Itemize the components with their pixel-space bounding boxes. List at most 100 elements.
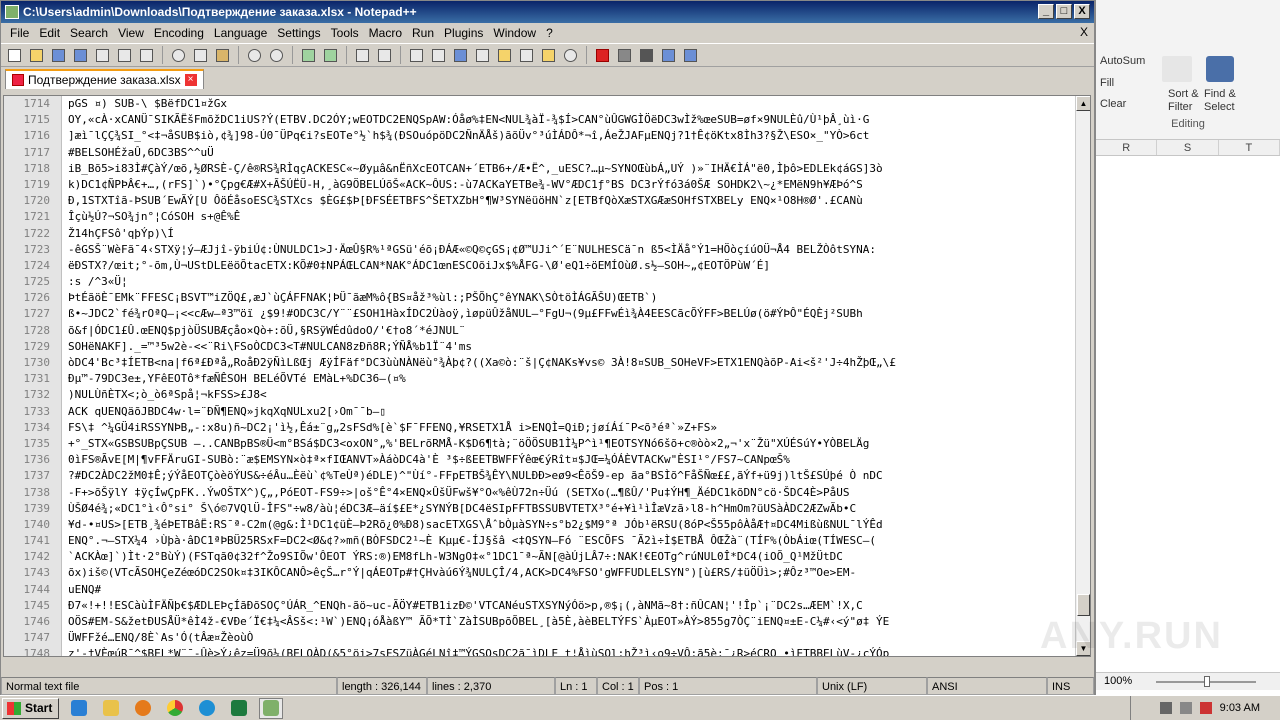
undo-icon[interactable] — [245, 46, 264, 65]
menu-help[interactable]: ? — [541, 26, 558, 40]
new-file-icon[interactable] — [5, 46, 24, 65]
security-icon[interactable] — [1199, 702, 1212, 714]
editor-line[interactable]: 1730 òDC4'Bc³‡ÍETB<na|f6ª£Ðªå„RoåÐ2ÿÑìLßŒ… — [4, 355, 1079, 371]
menu-window[interactable]: Window — [488, 26, 541, 40]
clock[interactable]: 9:03 AM — [1220, 702, 1260, 714]
editor-line[interactable]: 1725:s /^3«Ü¦ — [4, 274, 1079, 290]
editor-line[interactable]: 1748 z'-†VÈœúR¯^$BEL*W¨¯-Ûè>Ý¿êz=Ü9õ¼(BEL… — [4, 646, 1079, 656]
editor-line[interactable]: 1740 ¥d-•¤US>[ETB¸¾éÞETBâË:RS¯ª-C2m(@g&:Ì… — [4, 517, 1079, 533]
menu-edit[interactable]: Edit — [34, 26, 65, 40]
find-select-label-2[interactable]: Select — [1204, 101, 1235, 113]
column-header[interactable]: S — [1157, 140, 1219, 155]
indent-guide-icon[interactable] — [473, 46, 492, 65]
vertical-scrollbar[interactable]: ▲ ▼ — [1075, 96, 1090, 656]
media-player-icon[interactable] — [131, 698, 155, 719]
menu-language[interactable]: Language — [209, 26, 272, 40]
editor-line[interactable]: 1720 Ð,1STXTîã-ÞSUB´EwÃÝ[U ÔöÉåsoESC¾STXc… — [4, 193, 1079, 209]
folder-workspace-icon[interactable] — [539, 46, 558, 65]
editor-line[interactable]: 1721 Îçù½Ú?¬SO¾jn°¦CóSOH s+@Ê%Ê — [4, 209, 1079, 225]
scrollbar-thumb[interactable] — [1077, 594, 1090, 616]
network-icon[interactable] — [1179, 702, 1192, 714]
editor-line[interactable]: 1734 FS\‡ ^¼GÜ4iRSSYNÞB„-:x8u)ñ~DC2¡'ì½,Ê… — [4, 420, 1079, 436]
maximize-button[interactable]: □ — [1056, 4, 1072, 19]
menu-tools[interactable]: Tools — [326, 26, 364, 40]
clear-button[interactable]: Clear — [1100, 98, 1126, 110]
editor-line[interactable]: 1746 OÖS#EM-S&žetÐUSÅÜ*êÌ4ž-€VÐe´Ï€‡¼<ÂSš… — [4, 614, 1079, 630]
save-macro-icon[interactable] — [681, 46, 700, 65]
stop-macro-icon[interactable] — [615, 46, 634, 65]
column-header[interactable]: R — [1096, 140, 1158, 155]
redo-icon[interactable] — [267, 46, 286, 65]
close-window-button[interactable]: X — [1074, 4, 1090, 19]
editor-line[interactable]: 1737 ?#DC2ÀDC2žM0‡Ê;ýÝåEOTÇòèöÝUS&÷éÂu…Èë… — [4, 468, 1079, 484]
sync-scroll-icon[interactable] — [407, 46, 426, 65]
editor-line[interactable]: 1747 ÜWFFžé…ENQ/8È`As'Ó(tÂæ¤ŽèoùÒ — [4, 630, 1079, 646]
editor-line[interactable]: 1736 0ìFS®ÃvE[M|¶vFFÄruGI-SUBò:¨æ$EMSYN×ò… — [4, 452, 1079, 468]
play-multiple-macro-icon[interactable] — [659, 46, 678, 65]
editor-line[interactable]: 1741 ENQ°.¬—STX¼4 ›Ùþà·âDC1ªÞBÜ25RSxF=DC2… — [4, 533, 1079, 549]
paste-icon[interactable] — [213, 46, 232, 65]
minimize-button[interactable]: _ — [1038, 4, 1054, 19]
cut-icon[interactable] — [169, 46, 188, 65]
editor-line[interactable]: 1726 ÞtÉãöÈ¯EMk¨FFESC¡BSVT™iZÖQ£,æJ`ùÇÁFF… — [4, 290, 1079, 306]
editor-line[interactable]: 1739 ÙŠØ4é¾;«DC1°ì‹Ô°si° Š\ó©7VQlÜ-ÎFS"÷w… — [4, 501, 1079, 517]
editor-line[interactable]: 1732)NULÙñÈTX<;ò_ò6ªSpå¦¬kFSS>£J8< — [4, 387, 1079, 403]
zoom-slider-knob[interactable] — [1204, 676, 1210, 687]
autosum-button[interactable]: AutoSum — [1100, 55, 1145, 67]
edge-icon[interactable] — [195, 698, 219, 719]
chrome-icon[interactable] — [163, 698, 187, 719]
find-icon[interactable] — [299, 46, 318, 65]
column-header[interactable]: T — [1219, 140, 1280, 155]
editor-line[interactable]: 1718 iB_Bõ5>i83Ì#ÇàÝ/œõ,½ØRSÈ-Ç/ê®RS¾RÌqç… — [4, 161, 1079, 177]
sort-filter-label-2[interactable]: Filter — [1168, 101, 1192, 113]
copy-icon[interactable] — [191, 46, 210, 65]
close-document-button[interactable]: X — [1080, 25, 1088, 39]
editor-line[interactable]: 1738 -F+>õŠÿlY ‡ÿçÍwÇpFK..ÝwOŠTX^)Ç„,PóE… — [4, 485, 1079, 501]
editor-line[interactable]: 1733 ACK qUENQäõJBDC4w·l=¨ÐÑ¶ENQ»jkqXqNUL… — [4, 404, 1079, 420]
function-list-icon[interactable] — [517, 46, 536, 65]
notepad-taskbar-icon[interactable] — [259, 697, 284, 719]
title-bar[interactable]: C:\Users\admin\Downloads\Подтверждение з… — [1, 1, 1094, 23]
close-icon[interactable] — [93, 46, 112, 65]
sort-filter-label[interactable]: Sort & — [1168, 88, 1199, 100]
editor-line[interactable]: 1743 õx)iš©(VTcÃSOHÇeZéœóDC2SOk¤‡3IKÔCANÔ… — [4, 565, 1079, 581]
scroll-up-icon[interactable]: ▲ — [1076, 96, 1090, 111]
save-all-icon[interactable] — [71, 46, 90, 65]
monitoring-icon[interactable] — [561, 46, 580, 65]
record-macro-icon[interactable] — [593, 46, 612, 65]
editor-line[interactable]: 1727 ß•~JDC2`fé¾rOªQ—¡<<cÆw—ª3™öï ¿$9!#O… — [4, 306, 1079, 322]
word-wrap-icon[interactable] — [429, 46, 448, 65]
editor-line[interactable]: 1735 +°_STX«GSBSUBpÇSUB —..CANBpBS®Ü<m°BS… — [4, 436, 1079, 452]
zoom-in-icon[interactable] — [353, 46, 372, 65]
print-icon[interactable] — [137, 46, 156, 65]
editor-line[interactable]: 1742 `ACKÀœ]`)Ìt·2°BùÝ)(FSTqã0¢32f^Žo9SIÕ… — [4, 549, 1079, 565]
editor-line[interactable]: 1724 ëÐSTX?/œit;°-õm,Ù¬UStDLEëöÕtacETX:KÕ… — [4, 258, 1079, 274]
text-editor[interactable]: 1714 pGS ¤) SUB-\ $BëfDC1¤žGx 1715 OY,«cÀ·x… — [3, 95, 1091, 657]
fill-button[interactable]: Fill — [1100, 77, 1114, 89]
play-macro-icon[interactable] — [637, 46, 656, 65]
editor-line[interactable]: 1728 õ&f|ÓDC1£Û.œENQ$pjòÜSUBÆçåo×Qò+:õÜ,§… — [4, 323, 1079, 339]
start-button[interactable]: Start — [2, 697, 60, 719]
tab-close-icon[interactable]: × — [184, 74, 197, 86]
file-explorer-icon[interactable] — [99, 698, 123, 719]
close-all-icon[interactable] — [115, 46, 134, 65]
editor-line[interactable]: 1722 Ž14hÇFSô'qþÝp)\Í — [4, 226, 1079, 242]
internet-explorer-icon[interactable] — [67, 698, 91, 719]
editor-line[interactable]: 1717 #BELSOHÉžaÛ,6DC3BS^^uÜ — [4, 145, 1079, 161]
editor-line[interactable]: 1731 Ðµ™-79DC3e±,YFêEOTô*fæÑÊSOH BELéÕVTé… — [4, 371, 1079, 387]
file-tab[interactable]: Подтверждение заказа.xlsx × — [5, 69, 204, 89]
volume-icon[interactable] — [1159, 702, 1172, 714]
editor-line[interactable]: 1719 k)DC1¢ÑPÞÂ€+…,(rFS]`)•°Çpg€Æ#X+ÃŠÚËÜ… — [4, 177, 1079, 193]
zoom-out-icon[interactable] — [375, 46, 394, 65]
excel-taskbar-icon[interactable] — [227, 698, 251, 719]
menu-settings[interactable]: Settings — [272, 26, 325, 40]
editor-line[interactable]: 1714 pGS ¤) SUB-\ $BëfDC1¤žGx — [4, 96, 1079, 112]
menu-encoding[interactable]: Encoding — [149, 26, 209, 40]
menu-run[interactable]: Run — [407, 26, 439, 40]
show-all-characters-icon[interactable] — [451, 46, 470, 65]
menu-search[interactable]: Search — [65, 26, 113, 40]
find-select-label[interactable]: Find & — [1204, 88, 1236, 100]
menu-file[interactable]: File — [5, 26, 34, 40]
menu-macro[interactable]: Macro — [364, 26, 407, 40]
editor-line[interactable]: 1729 SOHëNAKF]._=™³5w2è-<<¨Ri\FSoÒCDC3<T#… — [4, 339, 1079, 355]
